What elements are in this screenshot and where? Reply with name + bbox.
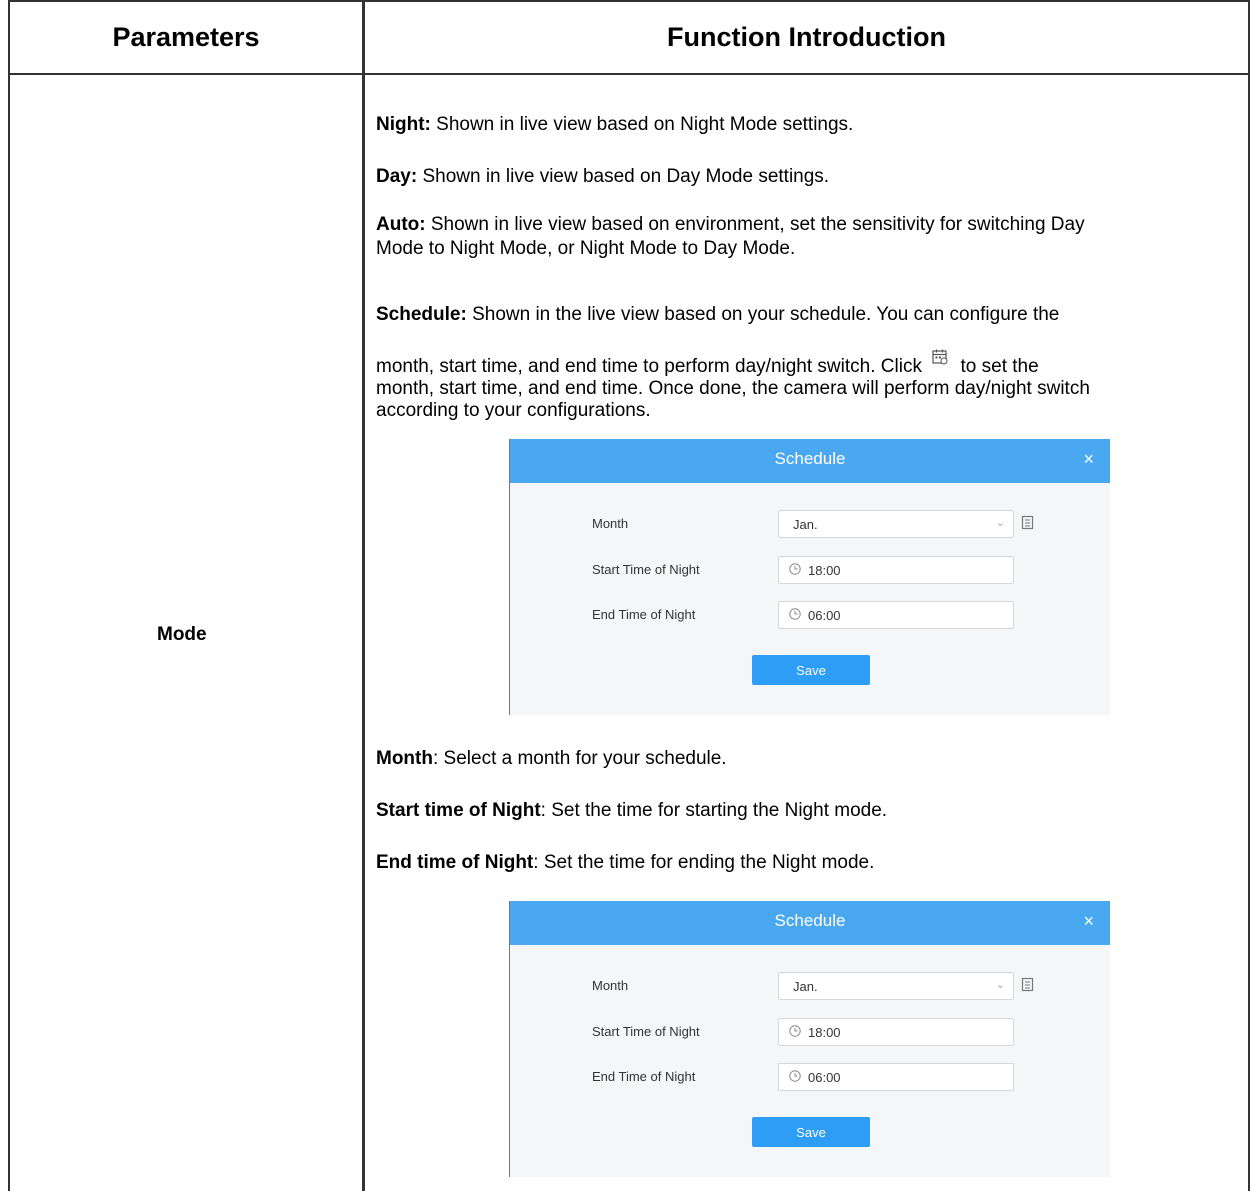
clock-icon [789, 1070, 801, 1082]
desc-schedule-2a: month, start time, and end time to perfo… [376, 356, 922, 377]
term-day: Day: [376, 166, 418, 187]
clock-icon [789, 608, 801, 620]
term-night: Night: [376, 114, 431, 135]
desc-auto-2: Mode to Night Mode, or Night Mode to Day… [376, 238, 796, 259]
table-border-top [8, 0, 1250, 2]
desc-month: : Select a month for your schedule. [432, 748, 727, 769]
end-time-row: End Time of Night 06:00 [510, 601, 1110, 629]
calendar-icon [931, 348, 949, 366]
start-time-value: 18:00 [808, 1025, 841, 1040]
clock-icon [789, 563, 801, 575]
dialog-header: Schedule × [510, 901, 1110, 945]
start-time-row: Start Time of Night 18:00 [510, 1018, 1110, 1046]
paragraph-month: Month: Select a month for your schedule. [376, 748, 1236, 769]
dialog-title: Schedule [774, 911, 846, 930]
start-time-label: Start Time of Night [592, 1024, 700, 1039]
month-label: Month [592, 516, 629, 531]
schedule-dialog-1: Schedule × Month Jan. ⌄ Start Time of Ni… [509, 439, 1110, 715]
copy-icon[interactable] [1021, 977, 1035, 993]
save-button[interactable]: Save [752, 655, 870, 685]
desc-schedule-4: according to your configurations. [376, 400, 651, 421]
header-parameters: Parameters [112, 22, 260, 52]
term-month: Month [376, 748, 433, 769]
desc-start-time: : Set the time for starting the Night mo… [540, 800, 888, 821]
desc-schedule-2b: to set the [960, 356, 1039, 377]
desc-day: Shown in live view based on Day Mode set… [417, 166, 830, 187]
month-row: Month Jan. ⌄ [510, 510, 1110, 538]
dialog-header: Schedule × [510, 439, 1110, 483]
parameter-mode: Mode [157, 624, 207, 645]
paragraph-start-time: Start time of Night: Set the time for st… [376, 800, 1236, 821]
start-time-input[interactable]: 18:00 [778, 1018, 1014, 1046]
term-auto: Auto: [376, 214, 426, 235]
desc-schedule-1: Shown in the live view based on your sch… [466, 304, 1060, 325]
start-time-row: Start Time of Night 18:00 [510, 556, 1110, 584]
term-start-time: Start time of Night [376, 800, 541, 821]
term-schedule: Schedule: [376, 304, 467, 325]
paragraph-day: Day: Shown in live view based on Day Mod… [376, 166, 1236, 187]
desc-auto-1: Shown in live view based on environment,… [425, 214, 1085, 235]
paragraph-schedule-1: Schedule: Shown in the live view based o… [376, 304, 1236, 325]
end-time-input[interactable]: 06:00 [778, 1063, 1014, 1091]
dialog-title: Schedule [774, 449, 846, 468]
close-icon[interactable]: × [1083, 449, 1094, 470]
close-icon[interactable]: × [1083, 911, 1094, 932]
table-header-divider [8, 73, 1250, 75]
end-time-value: 06:00 [808, 608, 841, 623]
table-border-left [8, 0, 10, 1191]
header-function-introduction: Function Introduction [667, 22, 946, 52]
month-label: Month [592, 978, 629, 993]
paragraph-auto: Auto: Shown in live view based on enviro… [376, 214, 1236, 259]
term-end-time: End time of Night [376, 852, 534, 873]
chevron-down-icon: ⌄ [995, 517, 1005, 529]
month-select[interactable]: Jan. ⌄ [778, 972, 1014, 1000]
paragraph-end-time: End time of Night: Set the time for endi… [376, 852, 1236, 873]
table-column-divider [362, 0, 365, 1191]
copy-icon[interactable] [1021, 515, 1035, 531]
end-time-label: End Time of Night [592, 607, 696, 622]
month-select[interactable]: Jan. ⌄ [778, 510, 1014, 538]
paragraph-schedule-2: month, start time, and end time to perfo… [376, 349, 1236, 421]
start-time-value: 18:00 [808, 563, 841, 578]
month-value: Jan. [793, 517, 818, 532]
start-time-label: Start Time of Night [592, 562, 700, 577]
desc-end-time: : Set the time for ending the Night mode… [533, 852, 875, 873]
save-button[interactable]: Save [752, 1117, 870, 1147]
schedule-dialog-2: Schedule × Month Jan. ⌄ Start Time of Ni… [509, 901, 1110, 1177]
end-time-label: End Time of Night [592, 1069, 696, 1084]
month-value: Jan. [793, 979, 818, 994]
desc-schedule-3: month, start time, and end time. Once do… [376, 378, 1090, 399]
month-row: Month Jan. ⌄ [510, 972, 1110, 1000]
end-time-input[interactable]: 06:00 [778, 601, 1014, 629]
clock-icon [789, 1025, 801, 1037]
start-time-input[interactable]: 18:00 [778, 556, 1014, 584]
end-time-row: End Time of Night 06:00 [510, 1063, 1110, 1091]
paragraph-night: Night: Shown in live view based on Night… [376, 114, 1236, 135]
chevron-down-icon: ⌄ [995, 979, 1005, 991]
end-time-value: 06:00 [808, 1070, 841, 1085]
desc-night: Shown in live view based on Night Mode s… [430, 114, 854, 135]
